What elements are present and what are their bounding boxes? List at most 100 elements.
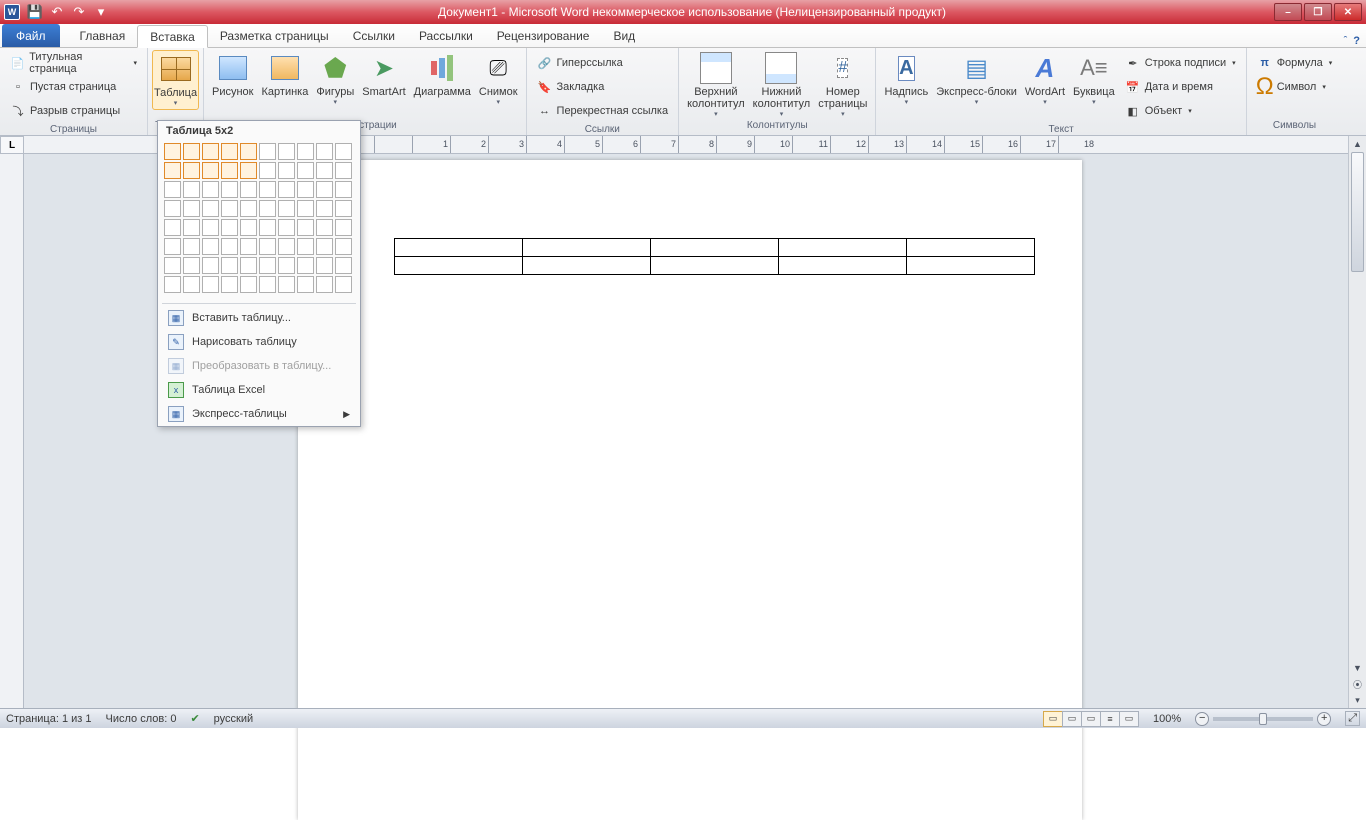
draw-table-menu-item[interactable]: ✎Нарисовать таблицу bbox=[158, 330, 360, 354]
table-grid-cell[interactable] bbox=[335, 181, 352, 198]
qat-undo-button[interactable]: ↶ bbox=[48, 3, 66, 21]
minimize-ribbon-button[interactable]: ˆ bbox=[1344, 35, 1348, 47]
zoom-out-button[interactable]: − bbox=[1195, 712, 1209, 726]
table-grid-cell[interactable] bbox=[240, 181, 257, 198]
zoom-thumb[interactable] bbox=[1259, 713, 1267, 725]
table-grid-cell[interactable] bbox=[278, 200, 295, 217]
table-grid-cell[interactable] bbox=[183, 219, 200, 236]
table-grid-cell[interactable] bbox=[221, 200, 238, 217]
picture-button[interactable]: Рисунок bbox=[208, 50, 258, 100]
table-grid-cell[interactable] bbox=[183, 276, 200, 293]
table-grid-cell[interactable] bbox=[259, 181, 276, 198]
table-grid-cell[interactable] bbox=[316, 181, 333, 198]
table-grid-cell[interactable] bbox=[335, 257, 352, 274]
table-grid-cell[interactable] bbox=[221, 257, 238, 274]
table-size-grid[interactable] bbox=[158, 141, 360, 301]
minimize-button[interactable]: – bbox=[1274, 3, 1302, 21]
table-grid-cell[interactable] bbox=[297, 276, 314, 293]
table-grid-cell[interactable] bbox=[202, 143, 219, 160]
table-grid-cell[interactable] bbox=[335, 238, 352, 255]
tab-insert[interactable]: Вставка bbox=[137, 25, 208, 48]
table-grid-cell[interactable] bbox=[183, 143, 200, 160]
zoom-track[interactable] bbox=[1213, 717, 1313, 721]
clipart-button[interactable]: Картинка bbox=[258, 50, 313, 100]
signature-line-button[interactable]: ✒Строка подписи▾ bbox=[1123, 52, 1238, 74]
table-grid-cell[interactable] bbox=[316, 257, 333, 274]
table-grid-cell[interactable] bbox=[259, 200, 276, 217]
table-grid-cell[interactable] bbox=[240, 238, 257, 255]
web-layout-view[interactable]: ▭ bbox=[1081, 711, 1101, 727]
table-grid-cell[interactable] bbox=[297, 200, 314, 217]
screenshot-button[interactable]: ⎚Снимок▾ bbox=[475, 50, 522, 108]
table-grid-cell[interactable] bbox=[183, 181, 200, 198]
table-grid-cell[interactable] bbox=[183, 238, 200, 255]
table-grid-cell[interactable] bbox=[240, 143, 257, 160]
qat-redo-button[interactable]: ↷ bbox=[70, 3, 88, 21]
table-grid-cell[interactable] bbox=[259, 162, 276, 179]
table-grid-cell[interactable] bbox=[335, 162, 352, 179]
table-grid-cell[interactable] bbox=[164, 162, 181, 179]
table-grid-cell[interactable] bbox=[259, 276, 276, 293]
table-grid-cell[interactable] bbox=[164, 238, 181, 255]
table-grid-cell[interactable] bbox=[316, 162, 333, 179]
inserted-table[interactable] bbox=[394, 238, 1035, 275]
file-tab[interactable]: Файл bbox=[2, 24, 60, 47]
tab-home[interactable]: Главная bbox=[68, 24, 138, 47]
shapes-button[interactable]: ⬟Фигуры▾ bbox=[312, 50, 358, 108]
restore-button[interactable]: ❐ bbox=[1304, 3, 1332, 21]
table-grid-cell[interactable] bbox=[221, 143, 238, 160]
zoom-level[interactable]: 100% bbox=[1153, 713, 1181, 725]
tab-view[interactable]: Вид bbox=[601, 24, 647, 47]
tab-selector[interactable]: L bbox=[0, 136, 24, 154]
table-grid-cell[interactable] bbox=[240, 276, 257, 293]
status-page[interactable]: Страница: 1 из 1 bbox=[6, 713, 92, 725]
table-grid-cell[interactable] bbox=[259, 257, 276, 274]
table-grid-cell[interactable] bbox=[202, 276, 219, 293]
vertical-ruler[interactable] bbox=[0, 154, 24, 708]
table-grid-cell[interactable] bbox=[316, 143, 333, 160]
crossref-button[interactable]: ↔Перекрестная ссылка bbox=[535, 100, 671, 122]
next-page-button[interactable]: ▾ bbox=[1349, 692, 1366, 708]
table-grid-cell[interactable] bbox=[183, 162, 200, 179]
table-grid-cell[interactable] bbox=[297, 181, 314, 198]
quickparts-button[interactable]: ▤Экспресс-блоки▾ bbox=[932, 50, 1021, 108]
equation-button[interactable]: πФормула▾ bbox=[1255, 52, 1335, 74]
tab-review[interactable]: Рецензирование bbox=[485, 24, 602, 47]
table-grid-cell[interactable] bbox=[202, 219, 219, 236]
table-grid-cell[interactable] bbox=[221, 219, 238, 236]
close-button[interactable]: ✕ bbox=[1334, 3, 1362, 21]
prev-page-button[interactable]: ⦿ bbox=[1349, 676, 1366, 692]
fit-button[interactable]: ⤢ bbox=[1345, 711, 1360, 726]
full-read-view[interactable]: ▭ bbox=[1062, 711, 1082, 727]
page-number-button[interactable]: #Номер страницы▾ bbox=[814, 50, 871, 120]
table-grid-cell[interactable] bbox=[164, 200, 181, 217]
table-grid-cell[interactable] bbox=[316, 219, 333, 236]
table-grid-cell[interactable] bbox=[259, 238, 276, 255]
table-grid-cell[interactable] bbox=[297, 257, 314, 274]
qat-customize-button[interactable]: ▾ bbox=[92, 3, 110, 21]
chart-button[interactable]: Диаграмма bbox=[410, 50, 475, 100]
zoom-in-button[interactable]: + bbox=[1317, 712, 1331, 726]
status-language[interactable]: русский bbox=[214, 713, 253, 725]
vertical-scrollbar[interactable]: ▲ ▼ ⦿ ▾ bbox=[1348, 136, 1366, 708]
outline-view[interactable]: ≡ bbox=[1100, 711, 1120, 727]
table-grid-cell[interactable] bbox=[240, 200, 257, 217]
object-button[interactable]: ◧Объект▾ bbox=[1123, 100, 1238, 122]
table-grid-cell[interactable] bbox=[297, 238, 314, 255]
proofing-icon[interactable]: ✔ bbox=[190, 712, 199, 725]
table-grid-cell[interactable] bbox=[297, 219, 314, 236]
table-grid-cell[interactable] bbox=[221, 238, 238, 255]
table-grid-cell[interactable] bbox=[164, 143, 181, 160]
dropcap-button[interactable]: A≡Буквица▾ bbox=[1069, 50, 1119, 108]
scroll-up-button[interactable]: ▲ bbox=[1349, 136, 1366, 152]
status-word-count[interactable]: Число слов: 0 bbox=[106, 713, 177, 725]
table-grid-cell[interactable] bbox=[164, 276, 181, 293]
header-button[interactable]: Верхний колонтитул▾ bbox=[683, 50, 749, 120]
bookmark-button[interactable]: 🔖Закладка bbox=[535, 76, 671, 98]
table-grid-cell[interactable] bbox=[164, 219, 181, 236]
table-grid-cell[interactable] bbox=[335, 276, 352, 293]
table-grid-cell[interactable] bbox=[221, 181, 238, 198]
table-grid-cell[interactable] bbox=[316, 276, 333, 293]
table-grid-cell[interactable] bbox=[278, 238, 295, 255]
table-grid-cell[interactable] bbox=[335, 219, 352, 236]
